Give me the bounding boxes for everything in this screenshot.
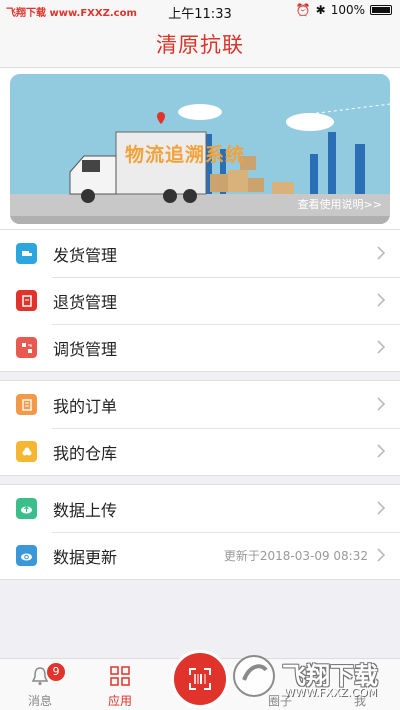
transfer-icon <box>16 337 37 358</box>
tab-messages[interactable]: 9 消息 <box>10 659 70 710</box>
menu-item-label: 数据上传 <box>53 500 118 520</box>
page-title: 清原抗联 <box>156 33 244 57</box>
chevron-right-icon <box>377 246 386 260</box>
order-icon <box>16 394 37 415</box>
alarm-icon: ⏰ <box>295 3 311 17</box>
menu-item-my-orders[interactable]: 我的订单 <box>0 381 400 428</box>
menu-group-logistics: 发货管理 退货管理 调货管理 <box>0 229 400 372</box>
status-bar: 飞翔下载 www.FXXZ.com 上午11:33 ⏰ ✱ 100% <box>0 0 400 22</box>
menu-item-label: 我的仓库 <box>53 443 118 463</box>
tab-label: 消息 <box>27 694 52 708</box>
menu-item-label: 数据更新 <box>53 547 118 567</box>
message-badge: 9 <box>47 663 65 681</box>
banner[interactable]: 物流追溯系统 查看使用说明>> <box>10 74 390 224</box>
menu-item-label: 我的订单 <box>53 396 118 416</box>
scan-button[interactable] <box>171 650 229 708</box>
banner-section: 物流追溯系统 查看使用说明>> <box>0 68 400 230</box>
menu-item-my-warehouse[interactable]: 我的仓库 <box>0 428 400 475</box>
bluetooth-icon: ✱ <box>315 3 326 17</box>
menu-item-shipping[interactable]: 发货管理 <box>0 230 400 277</box>
status-indicators: ⏰ ✱ 100% <box>296 3 392 17</box>
banner-title: 物流追溯系统 <box>125 144 246 166</box>
cloud-refresh-icon <box>16 545 37 566</box>
menu-item-data-upload[interactable]: 数据上传 <box>0 485 400 532</box>
last-update-time: 更新于2018-03-09 08:32 <box>223 549 368 563</box>
watermark-logo: 飞翔下载 WWW.FXXZ.COM <box>232 650 392 706</box>
menu-item-label: 退货管理 <box>53 292 118 312</box>
warehouse-icon <box>16 441 37 462</box>
menu-item-label: 调货管理 <box>53 339 118 359</box>
title-bar: 清原抗联 <box>0 22 400 68</box>
tab-apps[interactable]: 应用 <box>90 659 150 710</box>
watermark-url: WWW.FXXZ.COM <box>284 686 378 699</box>
truck-icon <box>16 243 37 264</box>
battery-icon <box>370 5 392 15</box>
banner-guide-link[interactable]: 查看使用说明>> <box>298 196 382 212</box>
chevron-right-icon <box>377 444 386 458</box>
chevron-right-icon <box>377 501 386 515</box>
menu-item-data-update[interactable]: 数据更新 更新于2018-03-09 08:32 <box>0 532 400 579</box>
chevron-right-icon <box>377 340 386 354</box>
chevron-right-icon <box>377 548 386 562</box>
return-icon <box>16 290 37 311</box>
chevron-right-icon <box>377 397 386 411</box>
battery-percent: 100% <box>330 3 365 17</box>
grid-icon <box>110 666 130 686</box>
menu-item-returns[interactable]: 退货管理 <box>0 277 400 324</box>
menu-group-data: 数据上传 数据更新 更新于2018-03-09 08:32 <box>0 484 400 580</box>
tab-label: 应用 <box>107 694 132 708</box>
cloud-upload-icon <box>16 498 37 519</box>
chevron-right-icon <box>377 293 386 307</box>
menu-item-label: 发货管理 <box>53 245 118 265</box>
menu-item-transfer[interactable]: 调货管理 <box>0 324 400 371</box>
menu-group-orders: 我的订单 我的仓库 <box>0 380 400 476</box>
scan-icon <box>189 668 211 690</box>
